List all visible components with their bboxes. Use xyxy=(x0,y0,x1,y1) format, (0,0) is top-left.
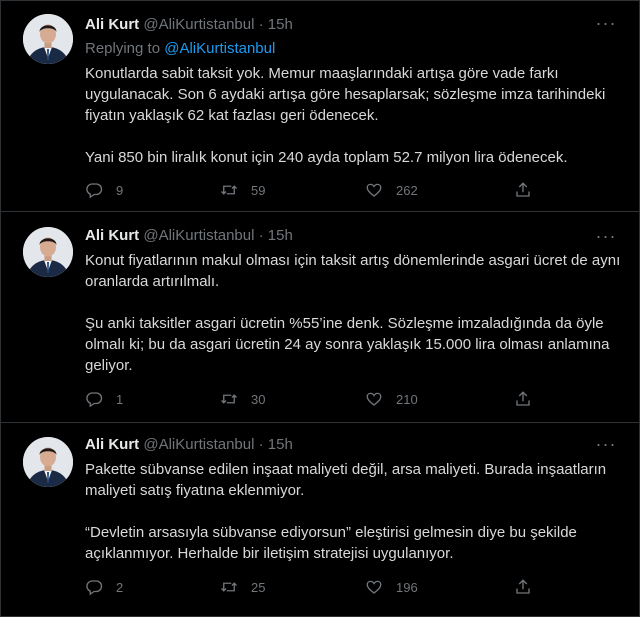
separator-dot: · xyxy=(258,436,264,453)
reply-button[interactable]: 9 xyxy=(85,180,123,200)
share-icon xyxy=(516,391,530,406)
more-options-icon[interactable]: ··· xyxy=(595,14,617,34)
like-count: 196 xyxy=(396,579,418,595)
share-button[interactable] xyxy=(514,577,532,597)
more-options-icon[interactable]: ··· xyxy=(595,227,617,247)
tweet-header: Ali Kurt @AliKurtistanbul · 15h xyxy=(85,15,293,35)
like-button[interactable]: 210 xyxy=(365,389,418,409)
retweet-icon xyxy=(221,582,237,592)
tweet[interactable]: Ali Kurt @AliKurtistanbul · 15h ··· Konu… xyxy=(1,212,639,423)
replying-to: Replying to @AliKurtistanbul xyxy=(85,39,275,59)
avatar[interactable] xyxy=(23,14,73,64)
author-handle[interactable]: @AliKurtistanbul xyxy=(143,227,254,244)
share-button[interactable] xyxy=(514,389,532,409)
retweet-button[interactable]: 30 xyxy=(220,389,265,409)
reply-count: 2 xyxy=(116,579,124,595)
like-button[interactable]: 262 xyxy=(365,180,418,200)
tweet-paragraph: Şu anki taksitler asgari ücretin %55’ine… xyxy=(85,315,610,374)
timestamp[interactable]: 15h xyxy=(268,227,293,244)
avatar-photo xyxy=(23,437,73,487)
retweet-icon xyxy=(221,185,237,195)
tweet[interactable]: Ali Kurt @AliKurtistanbul · 15h ··· Repl… xyxy=(1,1,639,212)
reply-button[interactable]: 1 xyxy=(85,389,123,409)
tweet-header: Ali Kurt @AliKurtistanbul · 15h xyxy=(85,435,293,455)
separator-dot: · xyxy=(258,16,264,33)
more-options-icon[interactable]: ··· xyxy=(595,435,617,455)
like-icon xyxy=(366,392,382,406)
tweet-paragraph: Yani 850 bin liralık konut için 240 ayda… xyxy=(85,149,568,166)
reply-icon xyxy=(86,580,103,596)
tweet-paragraph: Konutlarda sabit taksit yok. Memur maaşl… xyxy=(85,65,606,124)
avatar-photo xyxy=(23,227,73,277)
reply-count: 1 xyxy=(116,391,124,407)
tweet-paragraph: Pakette sübvanse edilen inşaat maliyeti … xyxy=(85,461,607,499)
share-button[interactable] xyxy=(514,180,532,200)
tweet-actions: 2 25 196 xyxy=(85,577,545,597)
author-name[interactable]: Ali Kurt xyxy=(85,436,139,453)
tweet-paragraph: “Devletin arsasıyla sübvanse ediyorsun” … xyxy=(85,524,577,562)
author-name[interactable]: Ali Kurt xyxy=(85,16,139,33)
tweet-text: Konutlarda sabit taksit yok. Memur maaşl… xyxy=(85,63,625,168)
avatar[interactable] xyxy=(23,227,73,277)
separator-dot: · xyxy=(258,227,264,244)
timestamp[interactable]: 15h xyxy=(268,436,293,453)
retweet-count: 25 xyxy=(251,579,266,595)
avatar[interactable] xyxy=(23,437,73,487)
like-button[interactable]: 196 xyxy=(365,577,418,597)
reply-icon xyxy=(86,392,103,408)
like-icon xyxy=(366,183,382,197)
tweet-thread: Ali Kurt @AliKurtistanbul · 15h ··· Repl… xyxy=(0,0,640,617)
reply-button[interactable]: 2 xyxy=(85,577,123,597)
author-handle[interactable]: @AliKurtistanbul xyxy=(143,16,254,33)
tweet-actions: 1 30 210 xyxy=(85,389,545,409)
tweet-header: Ali Kurt @AliKurtistanbul · 15h xyxy=(85,226,293,246)
tweet-paragraph: Konut fiyatlarının makul olması için tak… xyxy=(85,252,621,290)
tweet-text: Konut fiyatlarının makul olması için tak… xyxy=(85,250,625,376)
replying-prefix: Replying to xyxy=(85,40,165,57)
retweet-count: 30 xyxy=(251,391,266,407)
reply-count: 9 xyxy=(116,182,124,198)
tweet-actions: 9 59 262 xyxy=(85,180,545,200)
reply-icon xyxy=(86,183,103,199)
retweet-count: 59 xyxy=(251,182,266,198)
tweet[interactable]: Ali Kurt @AliKurtistanbul · 15h ··· Pake… xyxy=(1,423,639,616)
retweet-button[interactable]: 59 xyxy=(220,180,265,200)
retweet-button[interactable]: 25 xyxy=(220,577,265,597)
retweet-icon xyxy=(221,394,237,404)
avatar-photo xyxy=(23,14,73,64)
like-count: 210 xyxy=(396,391,418,407)
replying-mention-link[interactable]: @AliKurtistanbul xyxy=(164,40,275,57)
tweet-text: Pakette sübvanse edilen inşaat maliyeti … xyxy=(85,459,625,564)
timestamp[interactable]: 15h xyxy=(268,16,293,33)
share-icon xyxy=(516,182,530,197)
author-name[interactable]: Ali Kurt xyxy=(85,227,139,244)
share-icon xyxy=(516,579,530,594)
like-icon xyxy=(366,580,382,594)
like-count: 262 xyxy=(396,182,418,198)
author-handle[interactable]: @AliKurtistanbul xyxy=(143,436,254,453)
